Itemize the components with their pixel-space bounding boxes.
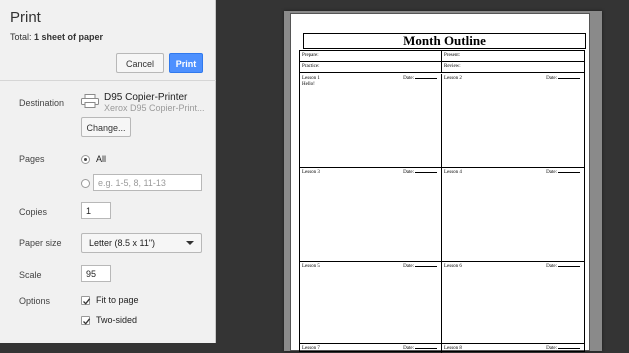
practice-cell: Practice: <box>300 62 442 73</box>
print-preview-page: Month Outline Prepare: Present: Practice… <box>284 11 602 353</box>
lesson-label: Lesson 7 <box>302 346 320 351</box>
present-label: Present: <box>444 53 461 58</box>
lesson-date: Date: <box>403 170 437 175</box>
fit-to-page-label: Fit to page <box>96 295 139 305</box>
change-destination-button[interactable]: Change... <box>81 117 131 137</box>
pages-all-label: All <box>96 154 107 164</box>
lesson-cell: Lesson 7 Date: <box>300 344 442 353</box>
lesson-date: Date: <box>403 264 437 269</box>
print-settings-panel: Print Total: 1 sheet of paper Cancel Pri… <box>0 0 216 343</box>
printer-name: D95 Copier-Printer <box>104 92 188 103</box>
lesson-date: Date: <box>403 346 437 351</box>
pages-range-input[interactable] <box>93 174 202 191</box>
scale-input[interactable] <box>81 265 111 282</box>
lesson-cell: Lesson 8 Date: <box>442 344 584 353</box>
lesson-label: Lesson 4 <box>444 170 462 175</box>
two-sided-checkbox[interactable] <box>81 316 91 325</box>
printer-model: Xerox D95 Copier-Print... <box>104 103 205 113</box>
scale-label: Scale <box>19 270 42 280</box>
checkmark-icon <box>83 298 91 305</box>
print-button[interactable]: Print <box>169 53 203 73</box>
outline-grid: Prepare: Present: Practice: Review: Less… <box>299 50 585 353</box>
lesson-label: Lesson 6 <box>444 264 462 269</box>
review-label: Review: <box>444 64 461 69</box>
lesson-note: Hello! <box>302 82 315 87</box>
pages-all-radio[interactable] <box>81 155 90 164</box>
fit-to-page-checkbox[interactable] <box>81 296 91 305</box>
document-title: Month Outline <box>303 33 586 49</box>
checkmark-icon <box>83 318 91 325</box>
lesson-label: Lesson 8 <box>444 346 462 351</box>
copies-input[interactable] <box>81 202 111 219</box>
lesson-label: Lesson 5 <box>302 264 320 269</box>
prepare-label: Prepare: <box>302 53 319 58</box>
pages-label: Pages <box>19 154 45 164</box>
prepare-cell: Prepare: <box>300 51 442 62</box>
lesson-label: Lesson 3 <box>302 170 320 175</box>
lesson-label: Lesson 1 <box>302 76 320 81</box>
header-divider <box>0 80 216 81</box>
pages-range-radio[interactable] <box>81 179 90 188</box>
lesson-date: Date: <box>403 76 437 81</box>
paper-size-select[interactable]: Letter (8.5 x 11") <box>81 233 202 253</box>
sheet-total: Total: 1 sheet of paper <box>10 32 103 42</box>
copies-label: Copies <box>19 207 48 217</box>
total-label: Total: <box>10 32 32 42</box>
lesson-label: Lesson 2 <box>444 76 462 81</box>
printer-icon <box>81 94 99 108</box>
options-label: Options <box>19 296 51 306</box>
lesson-date: Date: <box>546 170 580 175</box>
paper-size-label: Paper size <box>19 238 62 248</box>
total-value: 1 sheet of paper <box>34 32 104 42</box>
lesson-cell: Lesson 1 Date: Hello! <box>300 74 442 168</box>
print-dialog-title: Print <box>10 9 41 26</box>
two-sided-label: Two-sided <box>96 315 138 325</box>
preview-document: Month Outline Prepare: Present: Practice… <box>290 13 590 353</box>
present-cell: Present: <box>442 51 584 62</box>
lesson-date: Date: <box>546 264 580 269</box>
lesson-cell: Lesson 4 Date: <box>442 168 584 262</box>
lesson-cell: Lesson 2 Date: <box>442 74 584 168</box>
destination-label: Destination <box>19 98 65 108</box>
cancel-button[interactable]: Cancel <box>116 53 164 73</box>
review-cell: Review: <box>442 62 584 73</box>
lesson-cell: Lesson 6 Date: <box>442 262 584 344</box>
caret-down-icon <box>186 241 194 245</box>
practice-label: Practice: <box>302 64 320 69</box>
lesson-date: Date: <box>546 76 580 81</box>
paper-size-value: Letter (8.5 x 11") <box>89 238 156 248</box>
lesson-cell: Lesson 3 Date: <box>300 168 442 262</box>
lesson-cell: Lesson 5 Date: <box>300 262 442 344</box>
lesson-date: Date: <box>546 346 580 351</box>
